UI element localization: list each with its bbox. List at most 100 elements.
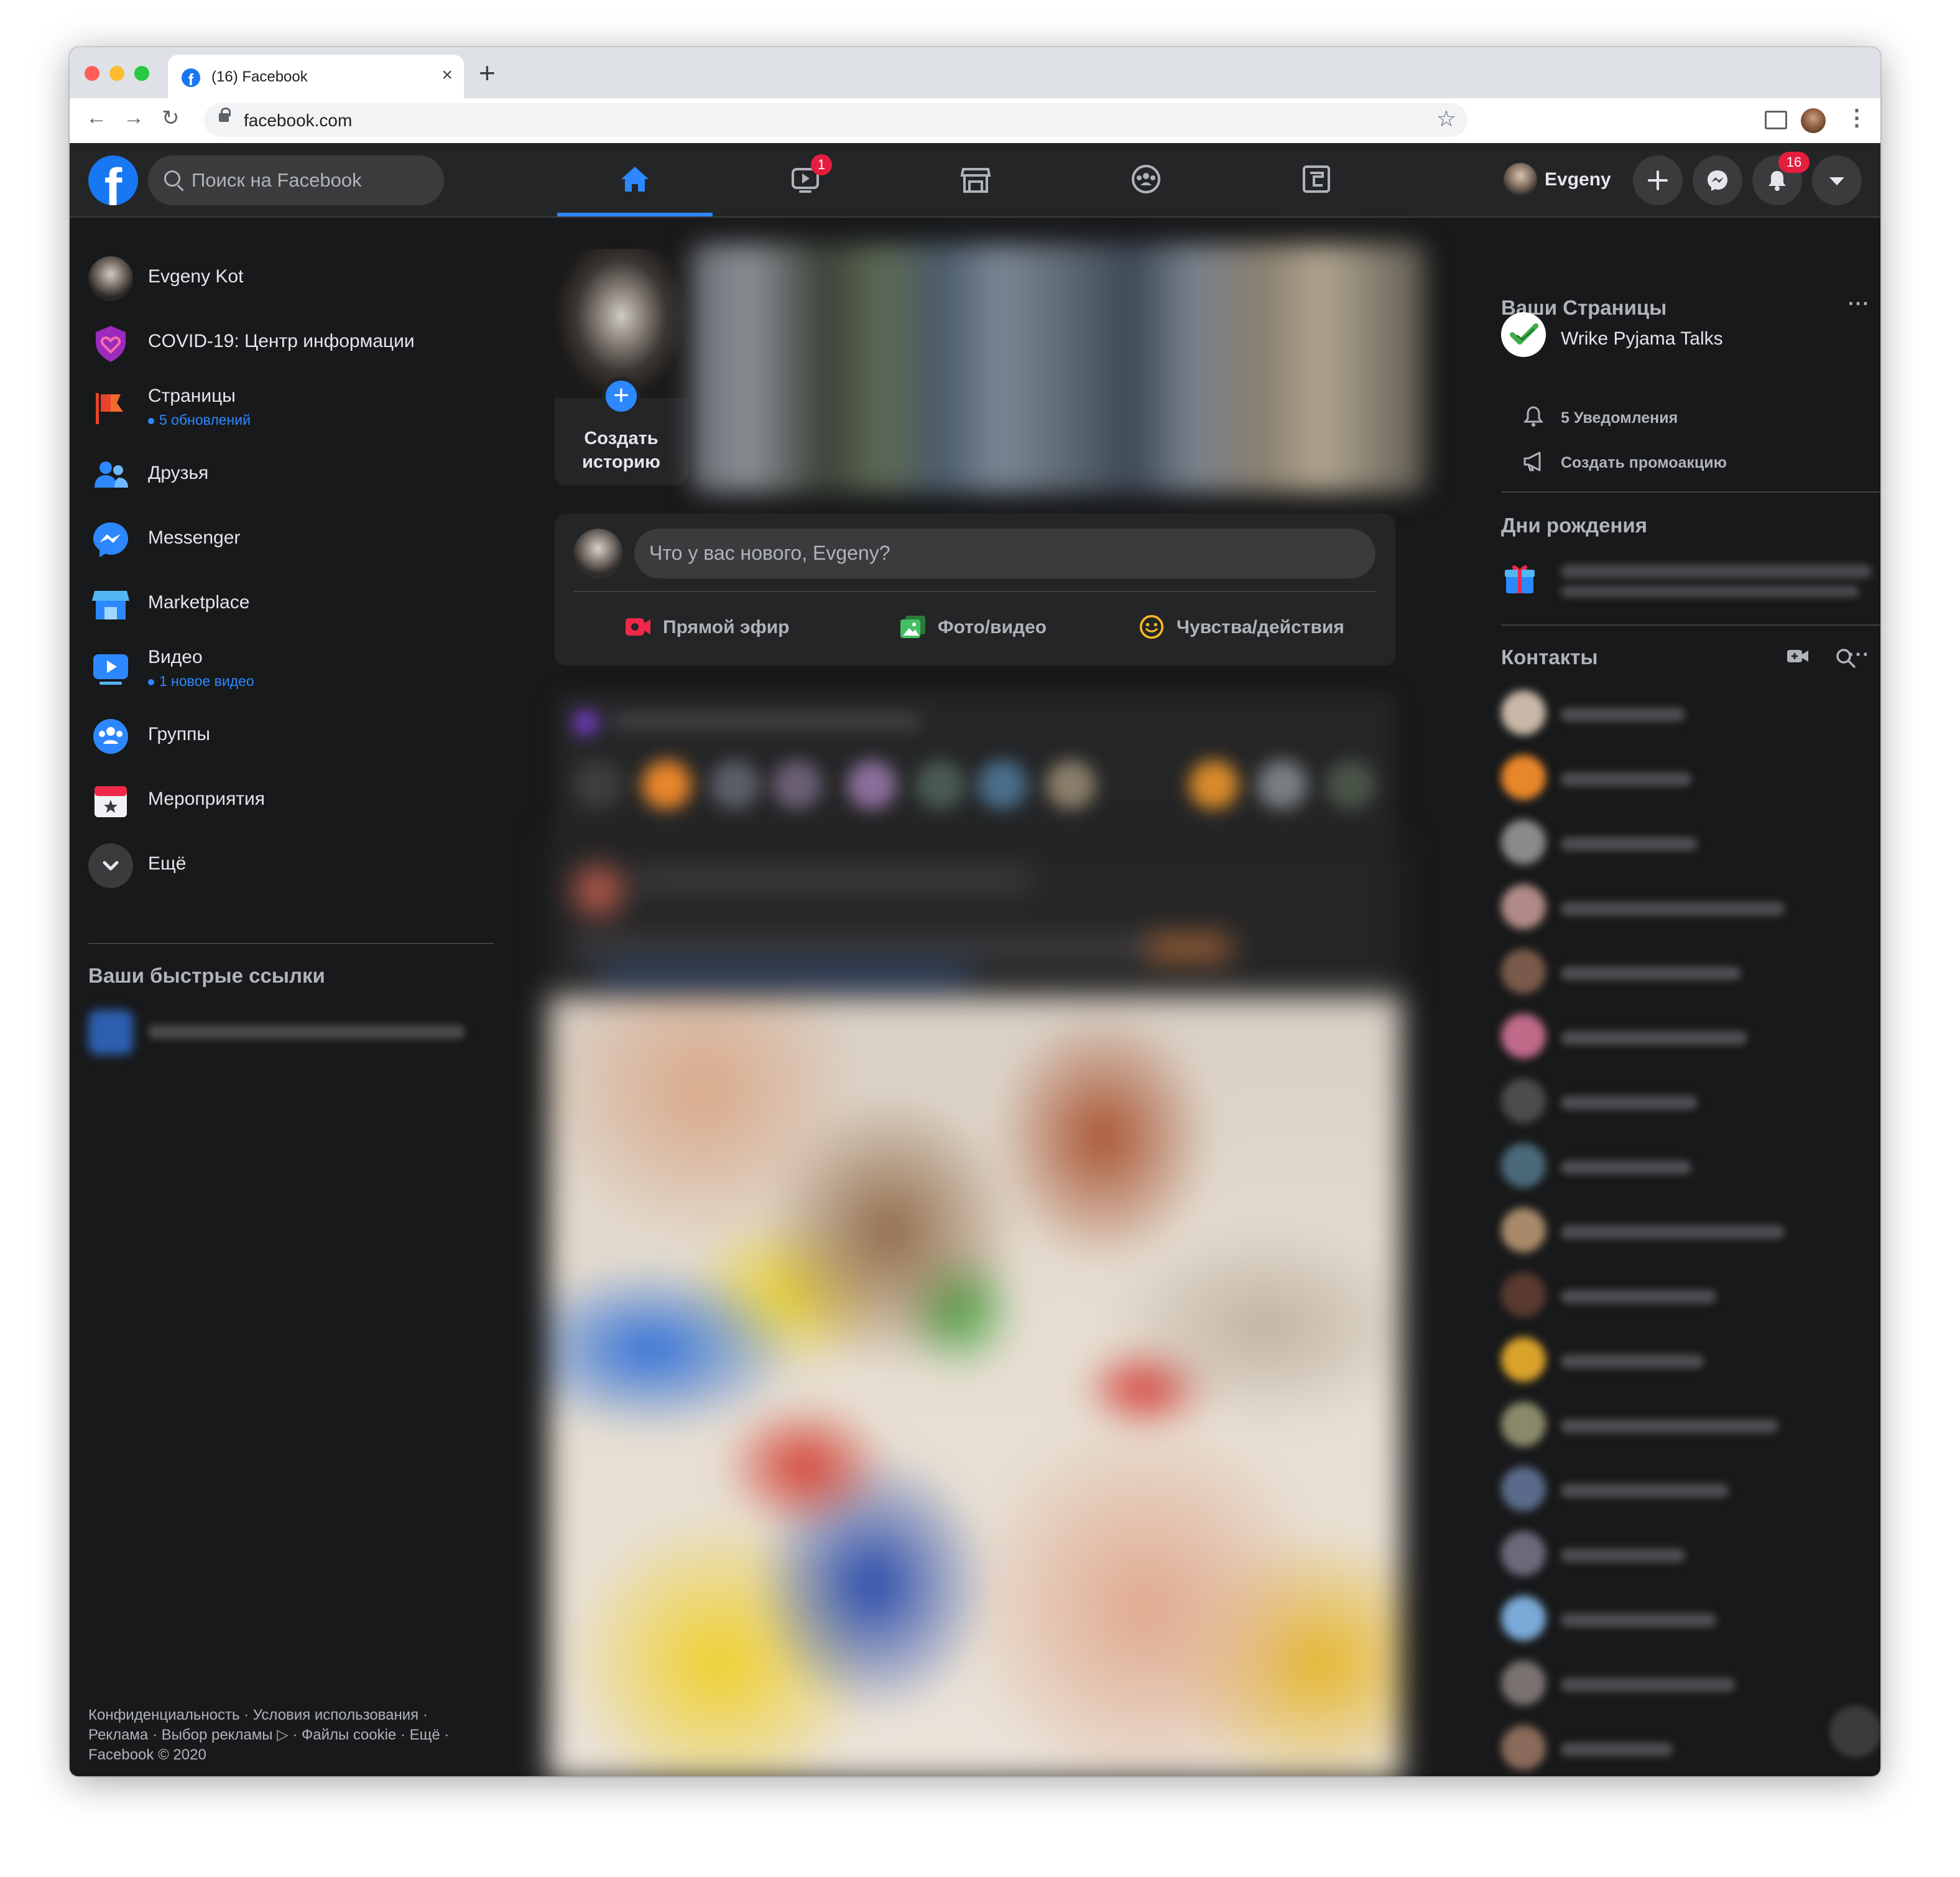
footer-line[interactable]: Реклама · Выбор рекламы ▷ · Файлы cookie… — [88, 1725, 486, 1745]
back-button[interactable]: ← — [86, 106, 107, 130]
contact-item[interactable] — [1501, 1397, 1874, 1453]
contact-item[interactable] — [1501, 1332, 1874, 1388]
blurred-text — [1561, 772, 1691, 786]
shortcut-item-blurred[interactable] — [88, 1008, 486, 1057]
blurred-text — [1561, 1355, 1704, 1368]
rooms-card-blurred[interactable] — [555, 692, 1395, 847]
live-video-button[interactable]: Прямой эфир — [624, 608, 811, 648]
notifications-button[interactable]: 16 — [1752, 152, 1810, 205]
sidebar-item-pages[interactable]: Страницы 5 обновлений — [88, 377, 524, 433]
create-story-card[interactable]: + Создать историю — [555, 249, 688, 485]
blurred-text — [611, 715, 922, 728]
search-input[interactable]: Поиск на Facebook — [148, 155, 444, 205]
bell-icon — [1523, 406, 1544, 427]
post-composer: Что у вас нового, Evgeny? Прямой эфир Фо… — [555, 514, 1395, 665]
contact-item[interactable] — [1501, 1462, 1874, 1518]
tab-watch[interactable]: 1 — [728, 143, 883, 216]
sidebar-item-label: Ещё — [148, 853, 187, 874]
action-label: Фото/видео — [938, 617, 1047, 637]
feed-post-blurred[interactable] — [548, 835, 1402, 1776]
contact-item[interactable] — [1501, 944, 1874, 1000]
close-window-button[interactable] — [85, 66, 99, 81]
messenger-icon — [1708, 170, 1727, 191]
avatar — [88, 256, 133, 301]
contact-item[interactable] — [1501, 1526, 1874, 1582]
sidebar-divider — [88, 943, 494, 944]
create-button[interactable] — [1633, 155, 1683, 205]
sidebar-item-events[interactable]: Мероприятия — [88, 770, 524, 826]
contact-item[interactable] — [1501, 1591, 1874, 1647]
avatar — [1501, 1596, 1546, 1641]
tab-marketplace[interactable] — [898, 143, 1053, 216]
avatar — [1501, 690, 1546, 735]
stories-tray-blurred[interactable] — [691, 244, 1425, 493]
contact-item[interactable] — [1501, 1720, 1874, 1776]
blurred-avatar — [1257, 760, 1307, 810]
minimize-window-button[interactable] — [109, 66, 124, 81]
contact-item[interactable] — [1501, 1138, 1874, 1194]
footer-line[interactable]: Конфиденциальность · Условия использован… — [88, 1705, 486, 1725]
contact-item[interactable] — [1501, 1073, 1874, 1129]
sidebar-item-groups[interactable]: Группы — [88, 705, 524, 761]
footer-links: Конфиденциальность · Условия использован… — [88, 1705, 486, 1765]
zoom-window-button[interactable] — [134, 66, 149, 81]
browser-profile-avatar[interactable] — [1801, 108, 1826, 133]
contact-item[interactable] — [1501, 750, 1874, 806]
tab-home[interactable] — [557, 143, 713, 216]
contacts-more-icon[interactable]: ··· — [1848, 643, 1870, 666]
sidebar-item-label: Страницы — [148, 386, 236, 406]
sidebar-item-profile[interactable]: Evgeny Kot — [88, 248, 524, 304]
story-profile-photo — [555, 249, 688, 398]
bookmark-star-icon[interactable]: ☆ — [1436, 106, 1456, 132]
reload-button[interactable]: ↻ — [162, 106, 180, 131]
action-label: Чувства/действия — [1176, 617, 1344, 637]
close-tab-icon[interactable]: × — [441, 65, 453, 86]
shortcut-thumbnail — [88, 1010, 133, 1055]
account-menu-button[interactable] — [1812, 155, 1862, 205]
browser-toolbar: ← → ↻ facebook.com ☆ ⋮ — [70, 98, 1880, 144]
profile-button[interactable]: Evgeny — [1497, 158, 1616, 202]
contact-item[interactable] — [1501, 685, 1874, 741]
sidebar-item-more[interactable]: Ещё — [88, 835, 524, 891]
composer-input[interactable]: Что у вас нового, Evgeny? — [634, 529, 1375, 578]
forward-button[interactable]: → — [123, 106, 144, 130]
blurred-avatar — [1046, 760, 1096, 810]
sidebar-item-marketplace[interactable]: Marketplace — [88, 573, 524, 629]
browser-menu-icon[interactable]: ⋮ — [1846, 104, 1868, 131]
avatar — [1501, 1402, 1546, 1447]
sidebar-item-video[interactable]: Видео 1 новое видео — [88, 638, 524, 694]
facebook-logo[interactable]: f — [88, 155, 138, 205]
contact-item[interactable] — [1501, 1268, 1874, 1323]
contact-item[interactable] — [1501, 1656, 1874, 1712]
browser-tab[interactable]: f (16) Facebook × — [168, 55, 464, 98]
create-promotion-link[interactable]: Создать промоакцию — [1511, 449, 1859, 480]
contact-item[interactable] — [1501, 1009, 1874, 1065]
birthday-item[interactable] — [1501, 554, 1874, 609]
page-item[interactable]: Wrike Pyjama Talks — [1486, 305, 1880, 367]
add-story-plus-icon[interactable]: + — [602, 377, 640, 415]
contact-item[interactable] — [1501, 1203, 1874, 1259]
avatar — [1501, 949, 1546, 994]
sidebar-item-messenger[interactable]: Messenger — [88, 509, 524, 565]
blurred-text — [1561, 1743, 1673, 1756]
page-notifications-link[interactable]: 5 Уведомления — [1511, 404, 1859, 435]
tab-groups[interactable] — [1068, 143, 1224, 216]
contact-item[interactable] — [1501, 879, 1874, 935]
sidebar-item-label: Видео — [148, 647, 203, 667]
gift-icon — [1505, 565, 1535, 593]
new-room-video-icon[interactable] — [1786, 647, 1811, 665]
post-image-blurred[interactable] — [548, 996, 1402, 1776]
sidebar-item-covid[interactable]: COVID-19: Центр информации — [88, 312, 524, 368]
facebook-favicon-icon: f — [182, 68, 200, 87]
contact-item[interactable] — [1501, 815, 1874, 871]
sidebar-item-friends[interactable]: Друзья — [88, 444, 524, 500]
address-bar[interactable]: facebook.com ☆ — [204, 103, 1468, 137]
photo-video-button[interactable]: Фото/видео — [899, 608, 1086, 648]
feeling-activity-button[interactable]: Чувства/действия — [1138, 608, 1362, 648]
tab-gaming[interactable] — [1239, 143, 1394, 216]
cast-icon[interactable] — [1765, 111, 1787, 129]
messenger-button[interactable] — [1693, 155, 1742, 205]
new-message-floating-button[interactable] — [1829, 1705, 1880, 1758]
blurred-avatar — [1326, 760, 1375, 810]
new-tab-button[interactable]: + — [479, 56, 496, 90]
